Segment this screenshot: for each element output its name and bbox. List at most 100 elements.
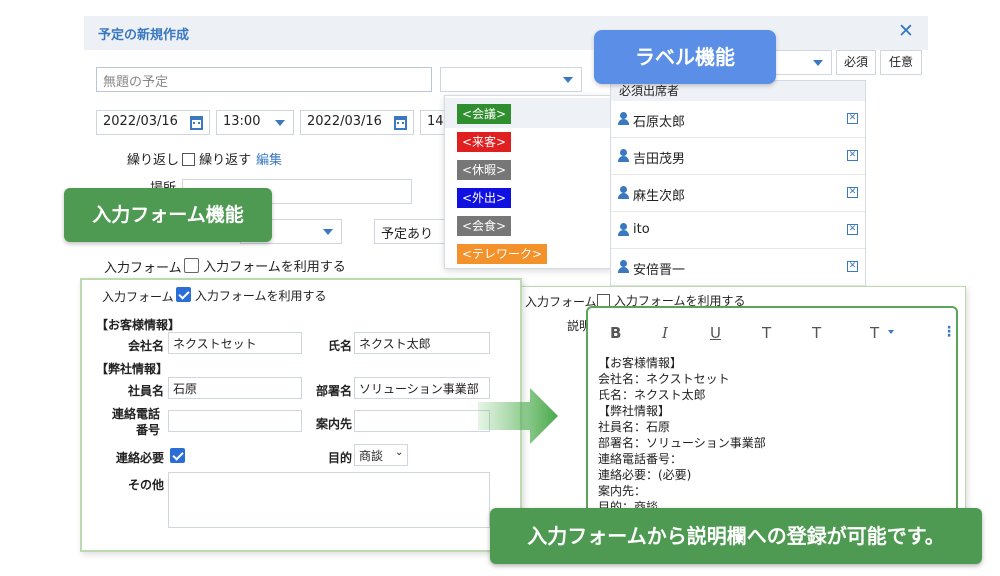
user-icon bbox=[618, 186, 629, 199]
description-line: 【弊社情報】 bbox=[598, 404, 671, 418]
remove-icon[interactable]: ✕ bbox=[847, 224, 858, 235]
participant-name: 麻生次郎 bbox=[633, 189, 686, 204]
status-value: 予定あり bbox=[381, 227, 434, 242]
contact-label: 案内先 bbox=[316, 417, 353, 431]
close-icon[interactable]: ✕ bbox=[898, 20, 914, 42]
start-date-value: 2022/03/16 bbox=[103, 114, 178, 129]
end-time-select[interactable]: 14: bbox=[420, 110, 446, 135]
other-label: その他 bbox=[128, 478, 165, 492]
italic-icon[interactable]: I bbox=[662, 324, 668, 342]
label-option-visitor[interactable]: <来客> bbox=[457, 132, 512, 152]
label-option-holiday[interactable]: <休暇> bbox=[457, 160, 512, 180]
repeat-check-label: 繰り返す bbox=[199, 153, 252, 168]
label-option-outing[interactable]: <外出> bbox=[457, 188, 512, 208]
start-time-select[interactable]: 13:00 bbox=[216, 110, 294, 135]
employee-label: 社員名 bbox=[128, 384, 165, 398]
employee-input[interactable]: 石原 bbox=[168, 377, 302, 399]
repeat-label: 繰り返し bbox=[127, 153, 180, 168]
label-option-dinner[interactable]: <会食> bbox=[457, 216, 512, 236]
dept-label: 部署名 bbox=[316, 384, 353, 398]
remove-icon[interactable]: ✕ bbox=[847, 261, 858, 272]
need-contact-checkbox[interactable] bbox=[170, 448, 185, 463]
superscript-icon[interactable]: T bbox=[762, 324, 771, 342]
underline-icon[interactable]: U bbox=[710, 324, 721, 342]
chevron-down-icon: ⌄ bbox=[395, 447, 404, 458]
end-date-input[interactable]: 2022/03/16 bbox=[300, 110, 414, 135]
label-option-meeting[interactable]: <会議> bbox=[457, 104, 512, 124]
remove-icon[interactable]: ✕ bbox=[847, 187, 858, 198]
description-line: 案内先： bbox=[598, 484, 647, 498]
purpose-value: 商談 bbox=[359, 449, 384, 463]
optional-button[interactable]: 任意 bbox=[880, 50, 922, 75]
user-icon bbox=[618, 149, 629, 162]
remove-icon[interactable]: ✕ bbox=[847, 150, 858, 161]
name-value: ネクスト太郎 bbox=[359, 337, 431, 351]
dialog-title: 予定の新規作成 bbox=[98, 28, 190, 43]
status-select[interactable]: 予定あり bbox=[374, 219, 450, 244]
edit-link[interactable]: 編集 bbox=[256, 149, 282, 168]
dialog-header bbox=[84, 16, 928, 50]
dept-value: ソリューション事業部 bbox=[359, 382, 479, 396]
label-feature-callout: ラベル機能 bbox=[594, 30, 776, 84]
participant-select[interactable] bbox=[770, 50, 832, 75]
chevron-down-icon[interactable] bbox=[888, 330, 894, 334]
form-use-input-form-text: 入力フォームを利用する bbox=[194, 289, 327, 303]
start-date-input[interactable]: 2022/03/16 bbox=[96, 110, 210, 135]
participant-row: 麻生次郎 ✕ bbox=[611, 175, 865, 212]
description-editor[interactable]: B I U T T T ⋮ 【お客様情報】 会社名：ネクストセット 氏名：ネクス… bbox=[586, 306, 958, 514]
user-icon bbox=[618, 223, 629, 236]
use-input-form-option[interactable]: 入力フォームを利用する bbox=[184, 256, 346, 275]
remove-icon[interactable]: ✕ bbox=[847, 113, 858, 124]
subscript-icon[interactable]: T bbox=[812, 324, 821, 342]
repeat-option[interactable]: 繰り返す bbox=[182, 149, 251, 168]
user-icon bbox=[618, 112, 629, 125]
more-options-icon[interactable]: ⋮ bbox=[942, 324, 956, 340]
label-dropdown: <会議> <来客> <休暇> <外出> <会食> <テレワーク> bbox=[444, 95, 612, 269]
participant-row: 安倍晋一 ✕ bbox=[611, 249, 865, 286]
arrow-right-icon bbox=[478, 388, 558, 444]
result-input-form-label: 入力フォーム bbox=[525, 295, 597, 309]
name-label: 氏名 bbox=[328, 339, 353, 353]
participant-list: 必須出席者 石原太郎 ✕ 吉田茂男 ✕ 麻生次郎 ✕ ito ✕ 安倍晋一 ✕ bbox=[610, 80, 866, 290]
form-input-form-label: 入力フォーム bbox=[102, 290, 174, 304]
description-line: 【お客様情報】 bbox=[598, 356, 683, 370]
chevron-down-icon bbox=[323, 229, 333, 235]
label-option-telework[interactable]: <テレワーク> bbox=[457, 244, 548, 264]
name-input[interactable]: ネクスト太郎 bbox=[354, 332, 490, 354]
dept-input[interactable]: ソリューション事業部 bbox=[354, 377, 490, 399]
repeat-checkbox[interactable] bbox=[182, 153, 195, 166]
contact-input[interactable] bbox=[354, 410, 490, 432]
form-use-input-form-checkbox[interactable] bbox=[176, 287, 191, 302]
bold-icon[interactable]: B bbox=[610, 324, 621, 342]
employee-value: 石原 bbox=[173, 382, 198, 396]
participant-row: 吉田茂男 ✕ bbox=[611, 138, 865, 175]
user-icon bbox=[618, 260, 629, 273]
chevron-down-icon bbox=[275, 120, 285, 126]
customer-section-heading: 【お客様情報】 bbox=[96, 318, 181, 332]
form-use-input-form[interactable]: 入力フォームを利用する bbox=[176, 287, 326, 304]
chevron-down-icon bbox=[563, 77, 573, 83]
phone-label: 連絡電話番号 bbox=[111, 407, 160, 437]
calendar-icon[interactable] bbox=[394, 116, 407, 130]
participant-row: ito ✕ bbox=[611, 212, 865, 249]
purpose-label: 目的 bbox=[328, 451, 353, 465]
other-textarea[interactable] bbox=[168, 472, 490, 528]
required-button[interactable]: 必須 bbox=[836, 50, 876, 75]
company-label: 会社名 bbox=[128, 339, 165, 353]
text-style-icon[interactable]: T bbox=[870, 324, 879, 342]
description-line: 連絡電話番号： bbox=[598, 452, 683, 466]
company-input[interactable]: ネクストセット bbox=[168, 332, 302, 354]
phone-input[interactable] bbox=[168, 410, 302, 432]
calendar-icon[interactable] bbox=[190, 116, 203, 130]
input-form-panel: 入力フォーム 入力フォームを利用する 【お客様情報】 会社名 ネクストセット 氏… bbox=[80, 278, 522, 552]
input-form-label: 入力フォーム bbox=[104, 261, 182, 276]
participant-name: 石原太郎 bbox=[633, 115, 686, 130]
participant-name: 安倍晋一 bbox=[633, 263, 686, 278]
purpose-select[interactable]: 商談 ⌄ bbox=[354, 444, 408, 466]
label-select[interactable] bbox=[440, 67, 582, 92]
input-form-feature-callout: 入力フォーム機能 bbox=[64, 188, 272, 242]
use-input-form-text: 入力フォームを利用する bbox=[203, 260, 346, 275]
use-input-form-checkbox[interactable] bbox=[184, 258, 199, 273]
participant-name: ito bbox=[633, 222, 650, 237]
subject-input[interactable]: 無題の予定 bbox=[96, 67, 432, 92]
